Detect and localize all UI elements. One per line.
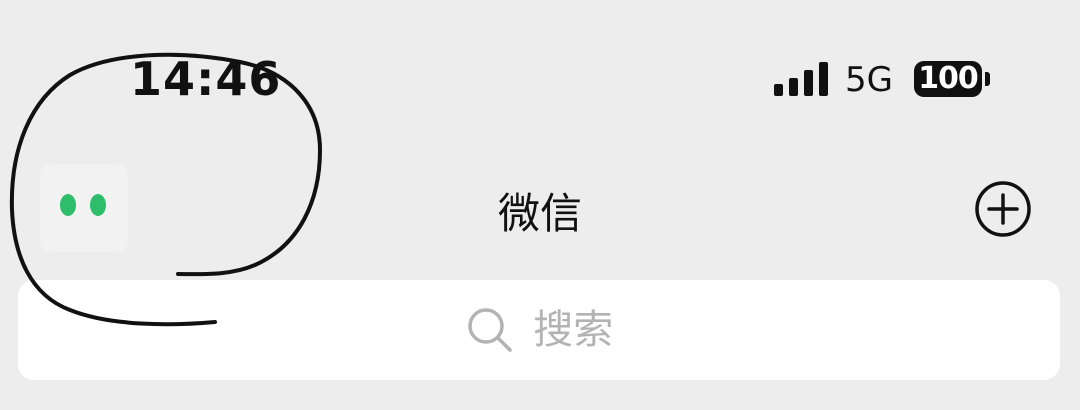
battery-level: 100	[918, 61, 979, 96]
search-bar[interactable]: 搜索	[18, 280, 1060, 380]
network-type: 5G	[845, 60, 893, 100]
status-bar: 14:46 5G 100	[0, 0, 1080, 150]
battery-tip	[985, 72, 990, 86]
search-content: 搜索	[18, 280, 1060, 380]
status-time: 14:46	[130, 52, 282, 106]
battery-icon: 100	[914, 61, 982, 97]
plus-circle-icon[interactable]	[974, 180, 1032, 238]
cellular-signal-icon	[774, 62, 828, 96]
search-icon	[468, 308, 512, 352]
page-title: 微信	[497, 189, 582, 238]
search-placeholder: 搜索	[533, 307, 614, 353]
